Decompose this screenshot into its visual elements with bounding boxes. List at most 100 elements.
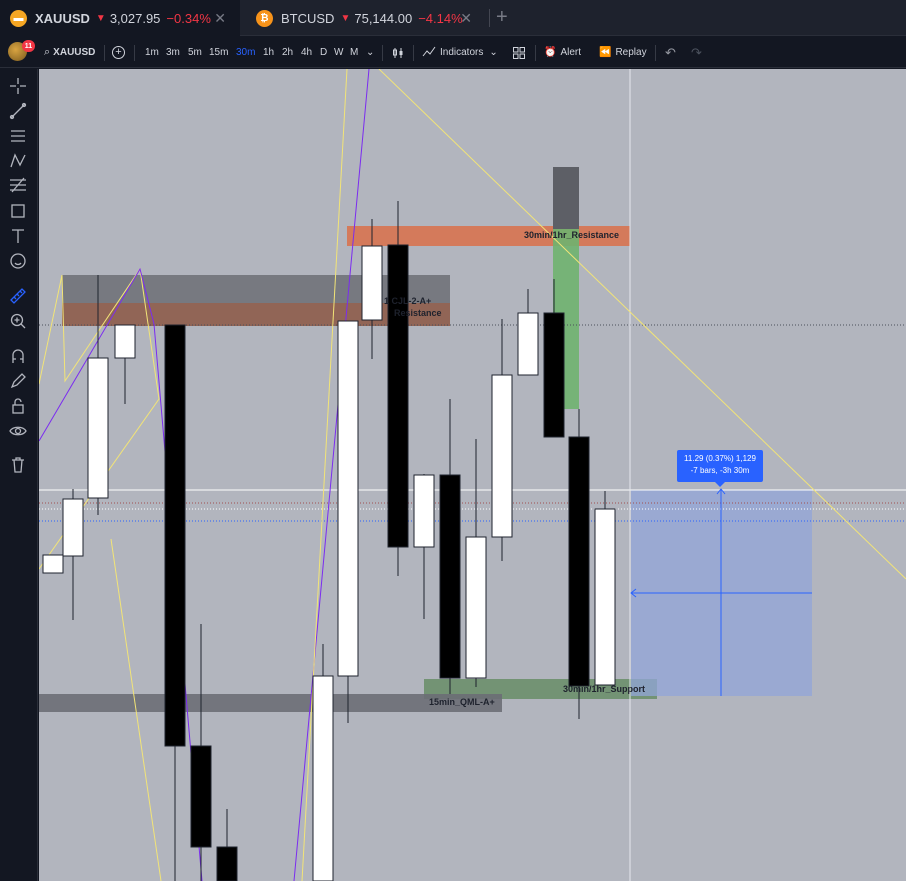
ruler-measure-icon[interactable] xyxy=(8,286,28,306)
position-stop-zone[interactable] xyxy=(553,167,579,229)
chevron-down-icon[interactable]: ⌄ xyxy=(366,37,374,68)
close-icon[interactable]: ✕ xyxy=(214,10,226,27)
lock-icon[interactable] xyxy=(8,396,28,416)
timeframe-1m[interactable]: 1m xyxy=(145,37,159,68)
new-tab-plus-icon[interactable]: + xyxy=(496,6,508,29)
alarm-clock-icon: ⏰ xyxy=(544,47,557,58)
tab-symbol: XAUUSD xyxy=(35,10,90,26)
chart-drawing-layer[interactable] xyxy=(39,69,906,881)
bitcoin-icon: ₿ xyxy=(256,9,273,27)
tab-price: 75,144.00 xyxy=(354,10,413,26)
pattern-icon[interactable] xyxy=(8,151,28,171)
divider xyxy=(134,45,135,61)
chart-canvas[interactable]: 30min/1hr_Resistance 1 CJL-2-A+ Resistan… xyxy=(39,69,906,881)
candles-icon[interactable] xyxy=(391,37,405,68)
timeframe-4h[interactable]: 4h xyxy=(301,37,312,68)
pencil-lock-icon[interactable] xyxy=(8,371,28,391)
divider xyxy=(655,45,656,61)
candle-bearish[interactable] xyxy=(543,312,565,438)
measure-tooltip: 11.29 (0.37%) 1,129 -7 bars, -3h 30m xyxy=(677,450,763,487)
notification-badge: 11 xyxy=(22,40,35,52)
candle-bullish[interactable] xyxy=(114,324,136,359)
timeframe-30m[interactable]: 30m xyxy=(236,37,255,68)
chevron-down-icon: ⌄ xyxy=(489,47,498,58)
candle-bearish[interactable] xyxy=(387,244,409,548)
candle-bearish[interactable] xyxy=(164,324,186,747)
candle-bullish[interactable] xyxy=(42,554,64,574)
compare-plus-icon[interactable]: + xyxy=(112,37,125,68)
timeframe-2h[interactable]: 2h xyxy=(282,37,293,68)
divider xyxy=(535,45,536,61)
candle-bullish[interactable] xyxy=(413,474,435,548)
timeframe-D[interactable]: D xyxy=(320,37,327,68)
candle-bullish[interactable] xyxy=(594,508,616,686)
candle-bullish[interactable] xyxy=(517,312,539,376)
cjl-zone-label: 1 CJL-2-A+ xyxy=(384,296,432,306)
alert-label: Alert xyxy=(560,47,582,58)
divider xyxy=(413,45,414,61)
down-arrow-icon: ▼ xyxy=(95,12,106,24)
timeframe-W[interactable]: W xyxy=(334,37,343,68)
undo-icon[interactable]: ↶ xyxy=(665,37,676,68)
emoji-icon[interactable] xyxy=(8,251,28,271)
tab-xauusd[interactable]: ▬ XAUUSD ▼ 3,027.95 −0.34% ✕ xyxy=(0,0,240,36)
timeframe-1h[interactable]: 1h xyxy=(263,37,274,68)
timeframe-5m[interactable]: 5m xyxy=(188,37,202,68)
replay-button[interactable]: ⏪ Replay xyxy=(599,37,647,68)
candle-bullish[interactable] xyxy=(337,320,359,677)
tab-divider xyxy=(489,9,490,27)
symbol-search[interactable]: ⌕ XAUUSD xyxy=(44,37,95,68)
qml-15m-label: 15min_QML-A+ xyxy=(429,697,495,707)
tab-symbol: BTCUSD xyxy=(281,10,335,26)
candle-bearish[interactable] xyxy=(439,474,461,679)
magnet-icon[interactable] xyxy=(8,346,28,366)
support-30m-label: 30min/1hr_Support xyxy=(563,684,646,694)
indicators-button[interactable]: Indicators ⌄ xyxy=(422,37,498,68)
tab-price: 3,027.95 xyxy=(109,10,161,26)
rewind-icon: ⏪ xyxy=(599,47,612,58)
search-icon: ⌕ xyxy=(44,46,51,58)
candle-bullish[interactable] xyxy=(361,245,383,321)
candle-bearish[interactable] xyxy=(568,436,590,687)
tab-btcusd[interactable]: ₿ BTCUSD ▼ 75,144.00 −4.14% ✕ xyxy=(246,0,490,36)
layouts-grid-icon[interactable] xyxy=(512,37,526,68)
candle-bearish[interactable] xyxy=(190,745,212,848)
divider xyxy=(104,45,105,61)
zoom-in-icon[interactable] xyxy=(8,311,28,331)
candle-bullish[interactable] xyxy=(312,675,334,881)
rectangle-icon[interactable] xyxy=(8,201,28,221)
tab-change: −4.14% xyxy=(418,10,463,26)
eye-icon[interactable] xyxy=(8,421,28,441)
candle-bullish[interactable] xyxy=(491,374,513,538)
alert-button[interactable]: ⏰ Alert xyxy=(544,37,581,68)
crosshair-icon[interactable] xyxy=(8,76,28,96)
trash-icon[interactable] xyxy=(8,455,28,475)
measure-price-change: 11.29 (0.37%) 1,129 xyxy=(684,454,756,463)
timeframe-3m[interactable]: 3m xyxy=(166,37,180,68)
candle-bullish[interactable] xyxy=(465,536,487,679)
fib-retracement-icon[interactable] xyxy=(8,176,28,196)
candle-bullish[interactable] xyxy=(62,498,84,557)
gold-bars-icon: ▬ xyxy=(10,9,27,27)
top-toolbar: 11 ⌕ XAUUSD + 1m 3m 5m 15m 30m 1h 2h 4h … xyxy=(0,37,906,68)
candle-bearish[interactable] xyxy=(216,846,238,881)
resistance-left-label: Resistance xyxy=(394,308,442,318)
redo-icon[interactable]: ↷ xyxy=(691,37,702,68)
indicators-icon xyxy=(422,44,436,61)
candle-bullish[interactable] xyxy=(87,357,109,499)
timeframe-M[interactable]: M xyxy=(350,37,358,68)
tab-bar: ▬ XAUUSD ▼ 3,027.95 −0.34% ✕ ₿ BTCUSD ▼ … xyxy=(0,0,906,36)
close-icon[interactable]: ✕ xyxy=(460,10,472,27)
divider xyxy=(382,45,383,61)
trend-line-icon[interactable] xyxy=(8,101,28,121)
replay-label: Replay xyxy=(615,47,647,58)
tab-change: −0.34% xyxy=(166,10,211,26)
timeframe-15m[interactable]: 15m xyxy=(209,37,228,68)
text-icon[interactable] xyxy=(8,226,28,246)
symbol-search-label: XAUUSD xyxy=(53,47,96,58)
indicators-label: Indicators xyxy=(440,47,484,58)
measure-bars-time: -7 bars, -3h 30m xyxy=(690,466,750,475)
resistance-30m-label: 30min/1hr_Resistance xyxy=(524,230,620,240)
down-arrow-icon: ▼ xyxy=(340,12,351,24)
parallel-lines-icon[interactable] xyxy=(8,126,28,146)
